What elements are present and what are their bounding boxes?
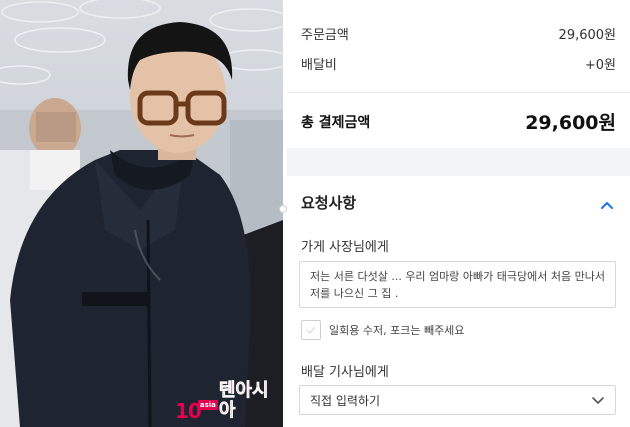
- owner-request-textarea[interactable]: 저는 서른 다섯살 ... 우리 엄마랑 아빠가 태극당에서 처음 만나서 저를…: [299, 261, 616, 308]
- delivery-fee-value: +0원: [584, 58, 616, 73]
- total-label: 총 결제금액: [301, 114, 371, 131]
- order-amount-value: 29,600원: [558, 28, 616, 43]
- check-icon: [306, 326, 316, 335]
- total-row: 총 결제금액 29,600원: [301, 108, 616, 135]
- order-amount-row: 주문금액 29,600원: [301, 24, 616, 43]
- utensils-checkbox[interactable]: [301, 320, 321, 340]
- photo-illustration: [0, 0, 283, 427]
- chevron-up-icon[interactable]: [600, 198, 614, 212]
- chevron-down-icon: [592, 397, 604, 404]
- total-value: 29,600원: [525, 112, 616, 134]
- rider-select-value: 직접 입력하기: [310, 393, 381, 408]
- owner-request-label: 가게 사장님에게: [301, 240, 389, 255]
- news-photo: 10 asia 텐아시아: [0, 0, 283, 427]
- divider: [287, 92, 630, 93]
- rider-request-label: 배달 기사님에게: [301, 365, 389, 380]
- delivery-fee-row: 배달비 +0원: [301, 54, 616, 73]
- watermark-badge: asia: [197, 400, 218, 410]
- order-amount-label: 주문금액: [301, 28, 349, 43]
- carousel-dot: [279, 205, 287, 213]
- order-panel: 주문금액 29,600원 배달비 +0원 총 결제금액 29,600원 요청사항…: [287, 0, 630, 427]
- section-separator: [287, 148, 630, 176]
- utensils-label: 일회용 수저, 포크는 빼주세요: [329, 324, 465, 337]
- rider-request-select[interactable]: 직접 입력하기: [299, 385, 616, 415]
- utensils-option[interactable]: 일회용 수저, 포크는 빼주세요: [301, 320, 464, 340]
- news-watermark: 10 asia 텐아시아: [175, 380, 283, 421]
- watermark-text: 텐아시아: [218, 380, 269, 421]
- requests-title: 요청사항: [301, 194, 357, 212]
- delivery-fee-label: 배달비: [301, 58, 337, 73]
